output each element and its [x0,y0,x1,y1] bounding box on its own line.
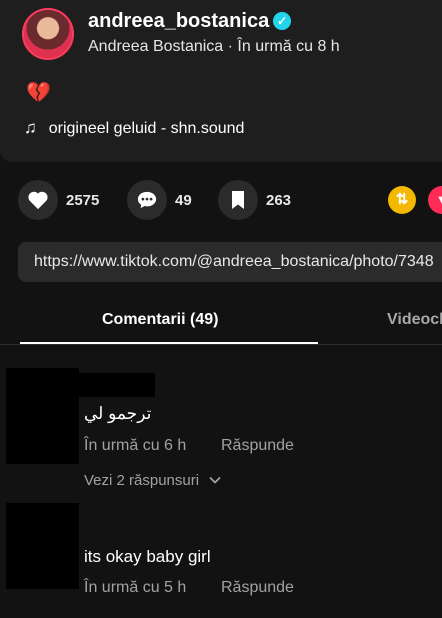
redacted-username [79,373,155,397]
post-info-card: andreea_bostanica ✓ Andreea Bostanica · Î… [0,0,442,162]
redacted-avatar [6,503,79,589]
like-button[interactable] [18,180,58,220]
redacted-avatar [6,368,79,464]
save-button[interactable] [218,180,258,220]
author-subline: Andreea Bostanica · În urmă cu 8 h [88,38,340,56]
save-stat: 263 [218,180,291,220]
like-count: 2575 [66,191,100,209]
comment-count: 49 [175,191,192,209]
reply-button[interactable]: Răspunde [221,437,294,455]
comment-button[interactable] [127,180,167,220]
post-detail-page: andreea_bostanica ✓ Andreea Bostanica · Î… [0,0,442,618]
comment-time: În urmă cu 6 h [84,437,187,454]
post-link-text[interactable]: https://www.tiktok.com/@andreea_bostanic… [34,253,434,270]
comment-stat: 49 [127,180,192,220]
view-replies-button[interactable]: Vezi 2 răspunsuri [84,472,221,489]
sound-name[interactable]: origineel geluid - shn.sound [49,120,245,137]
username[interactable]: andreea_bostanica ✓ [88,10,292,33]
username-text[interactable]: andreea_bostanica [88,10,269,32]
copy-link-field[interactable]: https://www.tiktok.com/@andreea_bostanic… [18,242,442,282]
comment-time: În urmă cu 5 h [84,579,187,596]
bookmark-icon [232,191,244,209]
chevron-down-icon [209,476,221,484]
tab-divider [0,344,442,345]
posted-time: În urmă cu 8 h [237,38,340,55]
comment-text: ترجمو لي [84,404,152,423]
subline-separator: · [223,38,238,55]
reply-button[interactable]: Răspunde [221,579,294,597]
view-replies-label[interactable]: Vezi 2 răspunsuri [84,472,199,489]
save-count: 263 [266,191,292,209]
tab-comments[interactable]: Comentarii (49) [102,311,218,329]
caption-broken-heart-emoji: 💔 [26,82,51,104]
repost-icon[interactable]: ⇅ [388,186,416,214]
heart-icon [28,191,48,210]
avatar[interactable] [22,8,74,60]
sound-link[interactable]: ♫ origineel geluid - shn.sound [24,118,244,138]
comment-text: its okay baby girl [84,547,211,566]
comment-bubble-icon [137,191,157,209]
verified-badge-icon: ✓ [273,12,292,30]
tab-creator-videos[interactable]: Videoclipuri ale creatorului [387,311,442,329]
music-note-icon: ♫ [24,118,37,137]
display-name[interactable]: Andreea Bostanica [88,38,223,55]
like-stat: 2575 [18,180,99,220]
pinterest-icon[interactable]: ▼ [428,186,442,214]
